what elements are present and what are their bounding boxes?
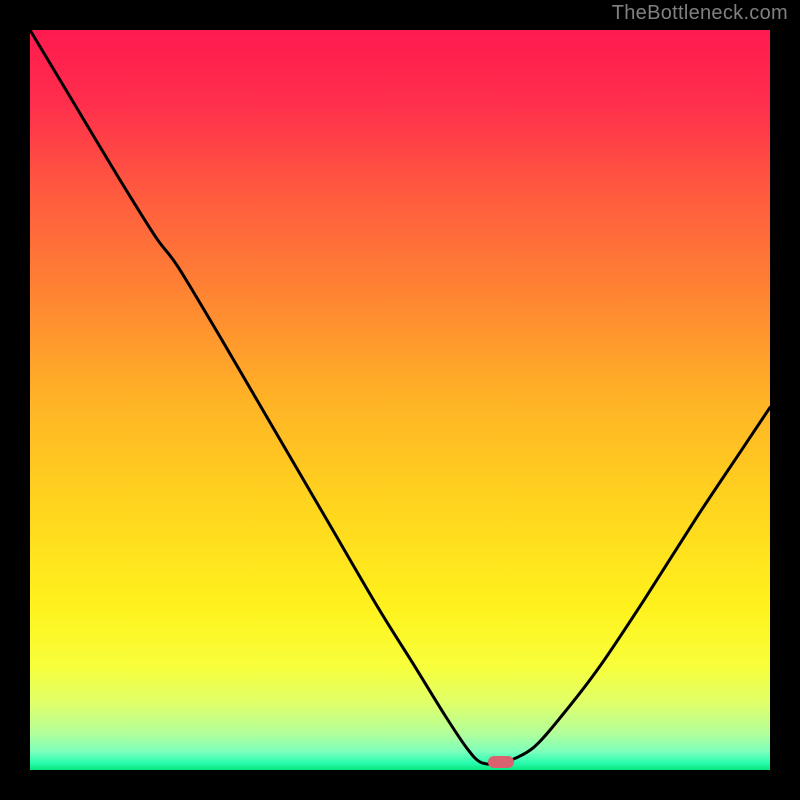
bottleneck-curve xyxy=(30,30,770,770)
watermark-text: TheBottleneck.com xyxy=(612,2,788,25)
optimum-marker xyxy=(488,756,514,768)
plot-area xyxy=(30,30,770,770)
chart-frame: TheBottleneck.com xyxy=(0,0,800,800)
